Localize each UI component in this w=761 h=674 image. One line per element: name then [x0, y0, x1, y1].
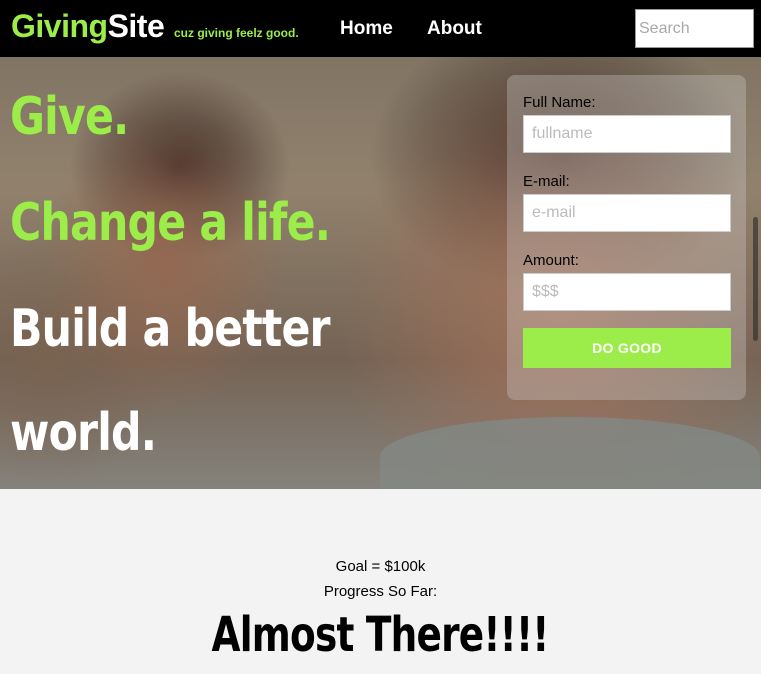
fullname-label: Full Name:	[523, 94, 596, 111]
nav-link-about[interactable]: About	[427, 18, 482, 40]
brand-tagline: cuz giving feelz good.	[174, 26, 299, 40]
progress-status: Almost There!!!!	[0, 611, 761, 659]
progress-label: Progress So Far:	[323, 583, 438, 600]
progress-section: Goal = $100k Progress So Far: Almost The…	[0, 489, 761, 674]
brand-logo[interactable]: GivingSite	[11, 8, 165, 45]
navbar: GivingSite cuz giving feelz good. Home A…	[0, 0, 761, 57]
hero-headline-change: Change a life.	[10, 193, 331, 253]
email-input[interactable]	[523, 194, 731, 232]
brand-name-part1: Giving	[11, 8, 108, 44]
amount-input[interactable]	[523, 273, 731, 311]
nav-link-home[interactable]: Home	[340, 18, 393, 40]
donation-form: Full Name: E-mail: Amount: DO GOOD	[507, 75, 746, 400]
email-label: E-mail:	[523, 173, 570, 190]
progress-status-text: Almost There!!!!	[211, 607, 550, 663]
hero-headline-world: world.	[10, 403, 157, 463]
form-scrollbar[interactable]	[753, 217, 758, 341]
brand-name-part2: Site	[107, 8, 165, 44]
fullname-input[interactable]	[523, 115, 731, 153]
hero-headline-build: Build a better	[10, 299, 331, 359]
search-input[interactable]	[635, 9, 754, 48]
amount-label: Amount:	[523, 252, 579, 269]
hero-banner: Give. Change a life. Build a better worl…	[0, 57, 761, 489]
do-good-button[interactable]: DO GOOD	[523, 328, 731, 368]
hero-headline-give: Give.	[10, 87, 129, 147]
goal-text: Goal = $100k	[335, 558, 426, 575]
